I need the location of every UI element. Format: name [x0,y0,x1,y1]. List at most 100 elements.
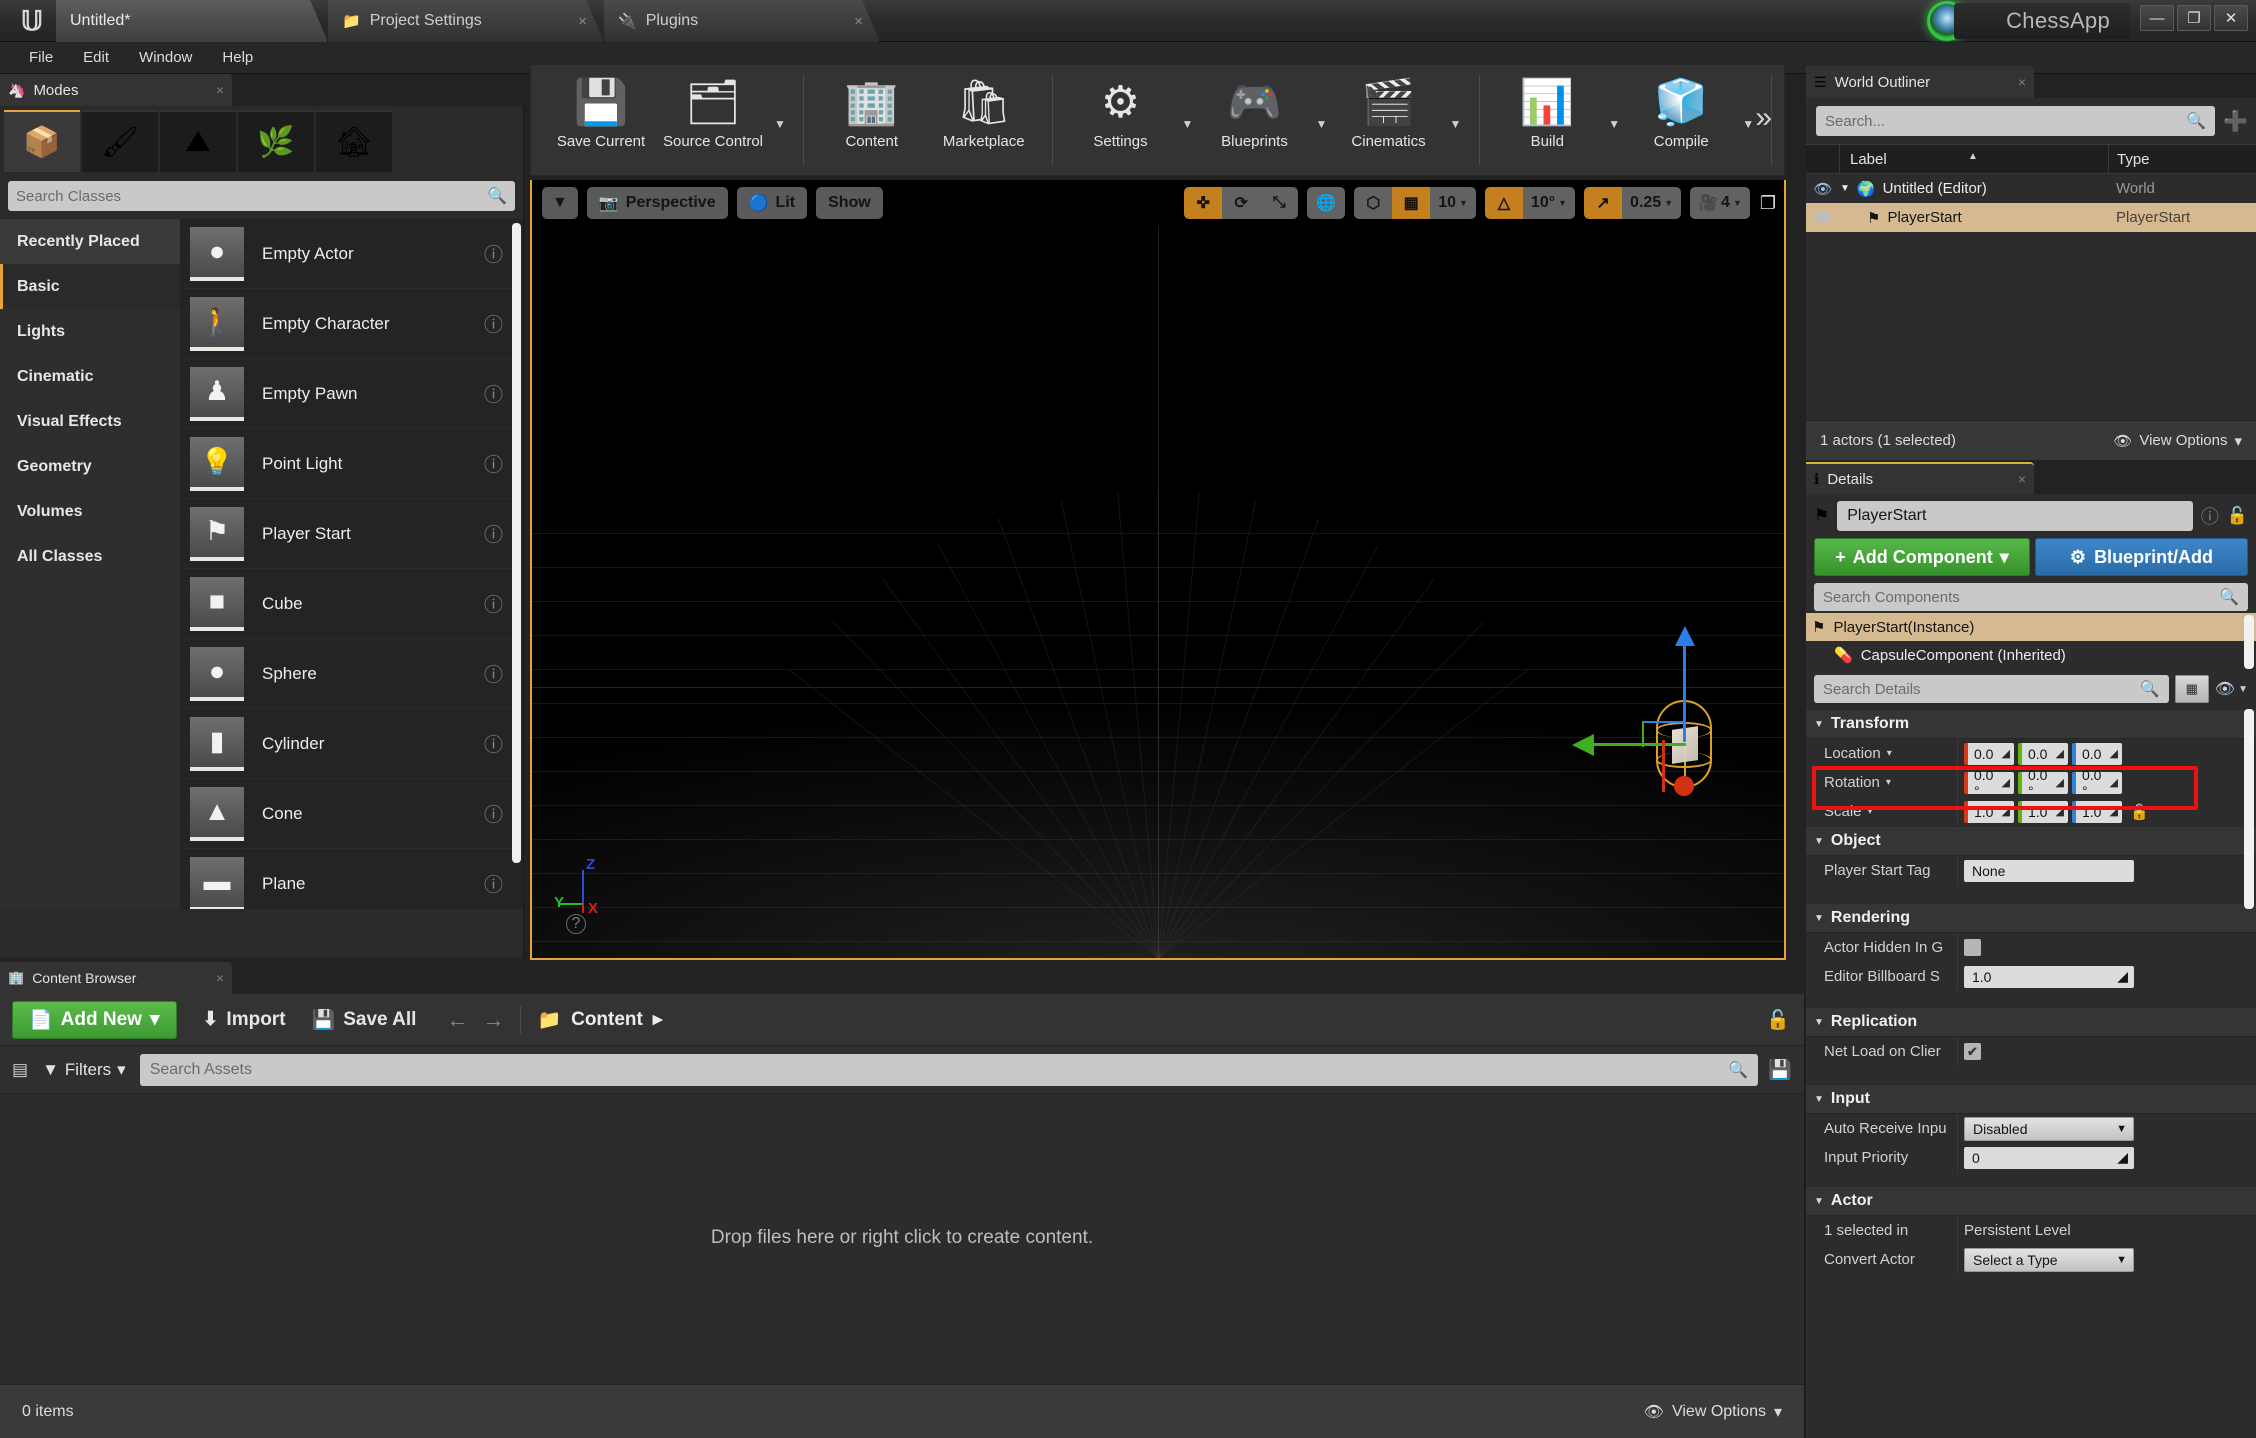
expander-icon[interactable]: ▼ [1840,183,1850,194]
details-view-options-button[interactable]: 👁 ▼ [2215,679,2248,699]
net-load-checkbox[interactable]: ✔ [1964,1043,1981,1060]
filters-button[interactable]: ▼ Filters ▾ [42,1060,126,1080]
spinner-icon[interactable]: ◢ [2110,776,2118,789]
spinner-icon[interactable]: ◢ [2056,805,2064,818]
translate-tool-button[interactable]: ✜ [1184,187,1223,219]
marketplace-button[interactable]: 🛍 Marketplace [928,65,1040,169]
cinematics-button[interactable]: 🎬 Cinematics [1333,65,1445,169]
chevron-down-icon[interactable]: ▼ [1603,65,1625,169]
category-cinematic[interactable]: Cinematic [0,354,180,399]
help-icon[interactable]: ⓘ [484,310,503,337]
chevron-down-icon[interactable]: ▾ [1887,748,1892,759]
category-geometry[interactable]: Geometry [0,444,180,489]
component-search-input[interactable]: Search Components 🔍 [1814,583,2248,611]
chevron-down-icon[interactable]: ▼ [769,65,791,169]
modes-tab[interactable]: 🦄 Modes × [0,74,232,106]
compile-button[interactable]: 🧊 Compile [1625,65,1737,169]
breadcrumb[interactable]: 📁 Content ▸ [537,1008,662,1032]
category-recently-placed[interactable]: Recently Placed [0,219,180,264]
angle-snap-toggle-button[interactable]: △ [1484,187,1523,219]
viewport-camera-type-button[interactable]: 📷 Perspective [586,187,728,219]
close-icon[interactable]: × [216,82,224,98]
world-space-toggle-button[interactable]: 🌐 [1307,187,1346,219]
lock-icon[interactable]: 🔓 [1766,1008,1790,1032]
gizmo-axis-x-handle[interactable] [1674,776,1694,796]
help-icon[interactable]: ⓘ [484,240,503,267]
chevron-right-icon[interactable]: ▸ [653,1008,663,1031]
viewport-options-button[interactable]: ▼ [542,187,578,219]
chevron-down-icon[interactable]: ▼ [1177,65,1199,169]
scale-x-field[interactable]: 1.0 ◢ [1964,800,2014,823]
spinner-icon[interactable]: ◢ [2110,747,2118,760]
settings-button[interactable]: ⚙ Settings [1065,65,1177,169]
help-icon[interactable]: ⓘ [484,380,503,407]
spinner-icon[interactable]: ◢ [2002,805,2010,818]
gizmo-axis-z[interactable] [1675,626,1695,742]
search-assets-input[interactable]: Search Assets 🔍 [139,1053,1759,1086]
convert-actor-dropdown[interactable]: Select a Type ▼ [1964,1247,2134,1272]
table-row[interactable]: 👁 ▼ 🌍 Untitled (Editor) World [1806,174,2256,203]
scale-z-field[interactable]: 1.0 ◢ [2072,800,2122,823]
world-outliner-tab[interactable]: ☰ World Outliner × [1806,66,2034,98]
minimize-button[interactable]: — [2140,5,2174,31]
scale-y-field[interactable]: 1.0 ◢ [2018,800,2068,823]
save-search-button[interactable]: 💾 [1768,1058,1792,1082]
menu-window[interactable]: Window [124,45,207,70]
save-all-button[interactable]: 💾 Save All [312,1008,417,1032]
chevron-down-icon[interactable]: ▾ [1868,806,1873,817]
category-visual-effects[interactable]: Visual Effects [0,399,180,444]
toolbar-overflow-button[interactable]: » [1755,101,1772,135]
location-x-field[interactable]: 0.0 ◢ [1964,742,2014,765]
component-row[interactable]: 💊 CapsuleComponent (Inherited) [1806,641,2256,669]
save-current-button[interactable]: 💾 Save Current [545,65,657,169]
viewport-view-mode-button[interactable]: 🔵 Lit [736,187,808,219]
chevron-down-icon[interactable]: ▼ [1311,65,1333,169]
menu-help[interactable]: Help [207,45,268,70]
chevron-down-icon[interactable]: ▾ [1886,777,1891,788]
scale-tool-button[interactable]: ⤡ [1260,187,1299,219]
help-icon[interactable]: ⓘ [484,660,503,687]
window-tab-project-settings[interactable]: 📁 Project Settings × [328,0,604,42]
scale-size-dropdown[interactable]: 0.25 ▼ [1622,187,1682,219]
menu-file[interactable]: File [14,45,68,70]
outliner-search-input[interactable]: Search... 🔍 [1816,106,2216,136]
auto-receive-input-dropdown[interactable]: Disabled ▼ [1964,1116,2134,1141]
gizmo-axis-y[interactable] [1572,734,1686,756]
player-start-tag-field[interactable]: None [1964,859,2134,882]
view-options-button[interactable]: 👁 View Options ▾ [1644,1402,1782,1422]
gizmo-axis-x[interactable] [1662,740,1665,792]
window-tab-untitled[interactable]: Untitled* [56,0,328,42]
rotation-y-field[interactable]: 0.0 ° ◢ [2018,767,2068,799]
visibility-eye-icon[interactable]: 👁 [1806,209,1840,227]
restore-button[interactable]: ❐ [2177,5,2211,31]
list-item[interactable]: ▬ Plane ⓘ [180,849,523,909]
help-icon[interactable]: ? [566,914,586,934]
location-z-field[interactable]: 0.0 ◢ [2072,742,2122,765]
build-button[interactable]: 📊 Build [1491,65,1603,169]
table-row[interactable]: 👁 ⚑ PlayerStart PlayerStart [1806,203,2256,232]
help-icon[interactable]: ⓘ [484,590,503,617]
column-header-label[interactable]: Label ▲ [1840,145,2108,173]
help-icon[interactable]: ⓘ [484,450,503,477]
component-tree-scrollbar[interactable] [2244,615,2254,669]
search-classes-input[interactable]: Search Classes 🔍 [8,181,515,211]
blueprint-add-script-button[interactable]: ⚙ Blueprint/Add [2035,538,2248,576]
scale-snap-toggle-button[interactable]: ↗ [1584,187,1623,219]
close-icon[interactable]: × [216,970,224,986]
list-item[interactable]: ▮ Cylinder ⓘ [180,709,523,779]
section-rendering[interactable]: ▼ Rendering [1806,903,2256,933]
grid-size-dropdown[interactable]: 10 ▼ [1430,187,1476,219]
list-item[interactable]: 💡 Point Light ⓘ [180,429,523,499]
viewport-show-menu-button[interactable]: Show [816,187,883,219]
actor-hidden-checkbox[interactable] [1964,939,1981,956]
location-y-field[interactable]: 0.0 ◢ [2018,742,2068,765]
rotation-z-field[interactable]: 0.0 ° ◢ [2072,767,2122,799]
actor-name-input[interactable]: PlayerStart [1837,501,2193,531]
input-priority-field[interactable]: 0 ◢ [1964,1146,2134,1169]
rotation-x-field[interactable]: 0.0 ° ◢ [1964,767,2014,799]
spinner-icon[interactable]: ◢ [2002,776,2010,789]
help-icon[interactable]: ⓘ [484,730,503,757]
details-tab[interactable]: ℹ Details × [1806,462,2034,494]
component-row[interactable]: ⚑ PlayerStart(Instance) [1806,613,2256,641]
foliage-mode-icon[interactable]: 🌿 [238,110,314,172]
